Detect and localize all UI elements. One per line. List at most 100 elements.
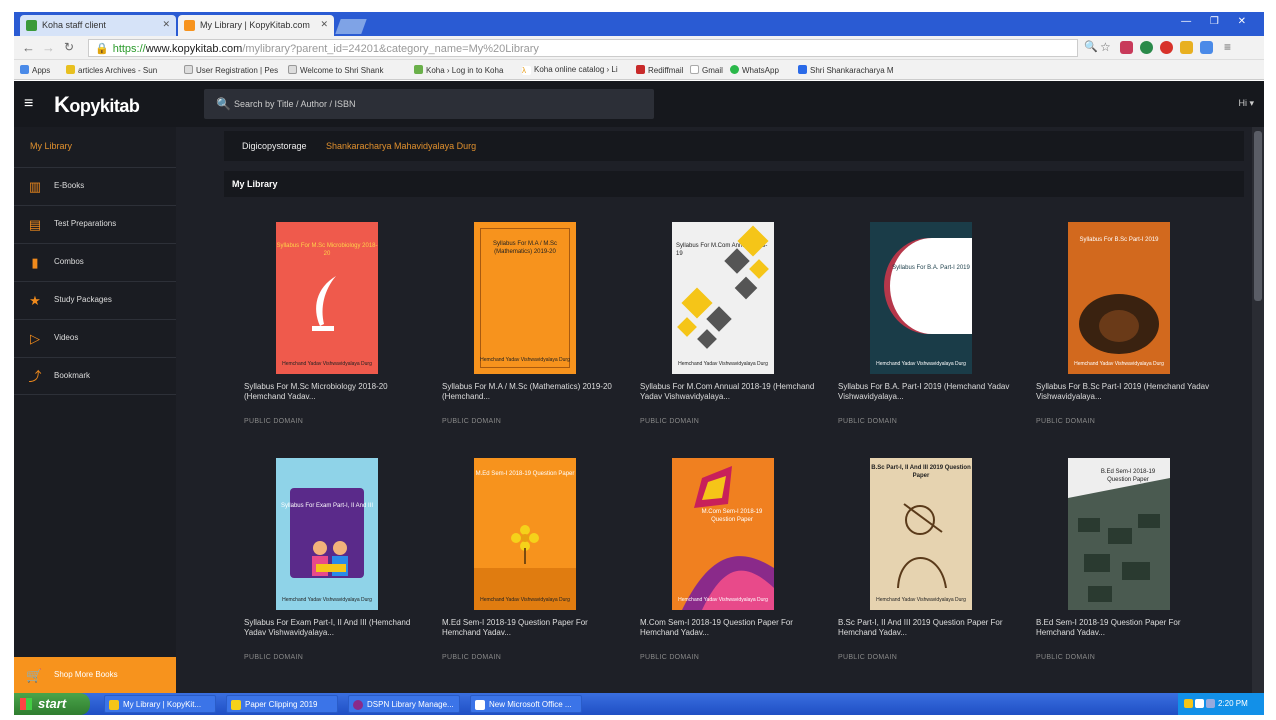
sidebar-item-combos[interactable]: ▮ Combos xyxy=(14,243,176,281)
tray-icon[interactable] xyxy=(1184,699,1193,708)
bookmark-icon: ⤴ xyxy=(28,369,42,384)
book-card[interactable]: M.Ed Sem-I 2018-19 Question Paper Hemcha… xyxy=(442,458,622,698)
star-bookmark-icon[interactable]: ☆ xyxy=(1100,40,1111,54)
clock[interactable]: 2:20 PM xyxy=(1218,699,1248,708)
sidebar-title[interactable]: My Library xyxy=(30,141,72,151)
user-menu[interactable]: Hi ▾ xyxy=(1238,98,1254,109)
extension-icon[interactable] xyxy=(1160,41,1173,54)
kopykitab-logo[interactable]: Kopykitab xyxy=(54,92,140,118)
book-card[interactable]: Syllabus For Exam Part-I, II And III Hem… xyxy=(244,458,424,698)
book-cover[interactable]: Syllabus For M.Sc Microbiology 2018-20 H… xyxy=(276,222,378,374)
start-button[interactable]: start xyxy=(14,693,90,715)
book-card[interactable]: Syllabus For M.Sc Microbiology 2018-20 H… xyxy=(244,222,424,462)
book-title[interactable]: Syllabus For B.Sc Part-I 2019 (Hemchand … xyxy=(1036,382,1216,402)
speaker-icon[interactable] xyxy=(1195,699,1204,708)
shop-more-books-button[interactable]: 🛒 Shop More Books xyxy=(14,657,176,693)
book-cover[interactable]: M.Com Sem-I 2018-19 Question Paper Hemch… xyxy=(672,458,774,610)
sidebar-item-videos[interactable]: ▷ Videos xyxy=(14,319,176,357)
book-card[interactable]: B.Sc Part-I, II And III 2019 Question Pa… xyxy=(838,458,1018,698)
bookmark-item[interactable]: Apps xyxy=(20,65,50,75)
reload-icon[interactable]: ↻ xyxy=(64,40,74,54)
google-icon xyxy=(690,65,699,74)
book-title[interactable]: Syllabus For M.A / M.Sc (Mathematics) 20… xyxy=(442,382,622,402)
book-card[interactable]: Syllabus For B.Sc Part-I 2019 Hemchand Y… xyxy=(1036,222,1216,462)
taskbar-item[interactable]: Paper Clipping 2019 xyxy=(226,695,338,713)
license-label: PUBLIC DOMAIN xyxy=(1036,418,1096,425)
taskbar-item[interactable]: New Microsoft Office ... xyxy=(470,695,582,713)
section-header: My Library xyxy=(224,171,1244,197)
license-label: PUBLIC DOMAIN xyxy=(640,654,700,661)
book-card[interactable]: M.Com Sem-I 2018-19 Question Paper Hemch… xyxy=(640,458,820,698)
book-card[interactable]: Syllabus For B.A. Part-I 2019 Hemchand Y… xyxy=(838,222,1018,462)
book-title[interactable]: B.Ed Sem-I 2018-19 Question Paper For He… xyxy=(1036,618,1216,638)
breadcrumb-item[interactable]: Digicopystorage xyxy=(242,141,307,151)
windows-logo-icon xyxy=(20,698,32,710)
bookmark-item[interactable]: Rediffmail xyxy=(636,65,683,75)
zoom-icon[interactable]: 🔍 xyxy=(1084,40,1098,53)
screen: Koha staff client ✕ My Library | KopyKit… xyxy=(0,0,1276,720)
book-cover[interactable]: Syllabus For M.Com Annual 2018-19 Hemcha… xyxy=(672,222,774,374)
bookmark-item[interactable]: User Registration | Pes xyxy=(184,65,278,75)
book-title[interactable]: B.Sc Part-I, II And III 2019 Question Pa… xyxy=(838,618,1018,638)
book-card[interactable]: Syllabus For M.Com Annual 2018-19 Hemcha… xyxy=(640,222,820,462)
license-label: PUBLIC DOMAIN xyxy=(442,654,502,661)
bookmark-item[interactable]: articles Archives - Sun xyxy=(66,65,157,75)
book-cover[interactable]: Syllabus For B.A. Part-I 2019 Hemchand Y… xyxy=(870,222,972,374)
sidebar-item-test-preparations[interactable]: ▤ Test Preparations xyxy=(14,205,176,243)
browser-tab-bar: Koha staff client ✕ My Library | KopyKit… xyxy=(14,12,1264,36)
breadcrumb-item[interactable]: Shankaracharya Mahavidyalaya Durg xyxy=(326,141,476,151)
sidebar-item-label: Bookmark xyxy=(54,371,91,380)
book-title[interactable]: Syllabus For M.Sc Microbiology 2018-20 (… xyxy=(244,382,424,402)
app-header: ≡ Kopykitab 🔍 Hi ▾ xyxy=(14,81,1264,127)
hamburger-menu-icon[interactable]: ≡ xyxy=(24,95,33,113)
bookmark-item[interactable]: Gmail xyxy=(690,65,723,75)
tab-mylibrary[interactable]: My Library | KopyKitab.com ✕ xyxy=(178,15,334,36)
book-title[interactable]: Syllabus For B.A. Part-I 2019 (Hemchand … xyxy=(838,382,1018,402)
sidebar-item-bookmark[interactable]: ⤴ Bookmark xyxy=(14,357,176,395)
page-scrollbar[interactable] xyxy=(1252,127,1264,693)
close-icon[interactable]: ✕ xyxy=(320,19,328,30)
bookmark-item[interactable]: Shri Shankaracharya M xyxy=(798,65,894,75)
forward-icon[interactable]: → xyxy=(42,40,55,55)
window-controls[interactable]: — ❐ ✕ xyxy=(1181,16,1254,27)
book-title[interactable]: M.Com Sem-I 2018-19 Question Paper For H… xyxy=(640,618,820,638)
bookmark-item[interactable]: λ Koha online catalog › Li xyxy=(522,65,618,75)
book-card[interactable]: B.Ed Sem-I 2018-19 Question Paper B.Ed S… xyxy=(1036,458,1216,698)
menu-icon[interactable]: ≡ xyxy=(1224,40,1231,54)
book-cover[interactable]: Syllabus For M.A / M.Sc (Mathematics) 20… xyxy=(474,222,576,374)
extension-icon[interactable] xyxy=(1140,41,1153,54)
taskbar-item[interactable]: DSPN Library Manage... xyxy=(348,695,460,713)
book-card[interactable]: Syllabus For M.A / M.Sc (Mathematics) 20… xyxy=(442,222,622,462)
close-icon[interactable]: ✕ xyxy=(162,19,170,30)
address-bar[interactable]: 🔒 https://www.kopykitab.com/mylibrary?par… xyxy=(88,39,1078,57)
rediff-icon xyxy=(636,65,645,74)
back-icon[interactable]: ← xyxy=(22,40,35,55)
license-label: PUBLIC DOMAIN xyxy=(838,418,898,425)
license-label: PUBLIC DOMAIN xyxy=(838,654,898,661)
book-cover[interactable]: Syllabus For Exam Part-I, II And III Hem… xyxy=(276,458,378,610)
extension-icon[interactable] xyxy=(1180,41,1193,54)
extension-icon[interactable] xyxy=(1120,41,1133,54)
search-input[interactable] xyxy=(234,96,634,112)
bookmark-item[interactable]: Welcome to Shri Shank xyxy=(288,65,383,75)
search-icon[interactable]: 🔍 xyxy=(216,97,231,111)
sidebar-item-study-packages[interactable]: ★ Study Packages xyxy=(14,281,176,319)
book-cover[interactable]: B.Ed Sem-I 2018-19 Question Paper xyxy=(1068,458,1170,610)
bookmark-item[interactable]: WhatsApp xyxy=(730,65,779,75)
extension-icon[interactable] xyxy=(1200,41,1213,54)
scrollbar-thumb[interactable] xyxy=(1254,131,1262,301)
book-cover[interactable]: M.Ed Sem-I 2018-19 Question Paper Hemcha… xyxy=(474,458,576,610)
book-icon: ▥ xyxy=(28,179,42,194)
new-tab-button[interactable] xyxy=(335,19,367,34)
book-cover[interactable]: Syllabus For B.Sc Part-I 2019 Hemchand Y… xyxy=(1068,222,1170,374)
book-cover[interactable]: B.Sc Part-I, II And III 2019 Question Pa… xyxy=(870,458,972,610)
book-title[interactable]: Syllabus For Exam Part-I, II And III (He… xyxy=(244,618,424,638)
book-title[interactable]: Syllabus For M.Com Annual 2018-19 (Hemch… xyxy=(640,382,820,402)
taskbar-item[interactable]: My Library | KopyKit... xyxy=(104,695,216,713)
book-title[interactable]: M.Ed Sem-I 2018-19 Question Paper For He… xyxy=(442,618,622,638)
bookmark-item[interactable]: Koha › Log in to Koha xyxy=(414,65,503,75)
tab-koha[interactable]: Koha staff client ✕ xyxy=(20,15,176,36)
license-label: PUBLIC DOMAIN xyxy=(1036,654,1096,661)
network-icon[interactable] xyxy=(1206,699,1215,708)
sidebar-item-ebooks[interactable]: ▥ E-Books xyxy=(14,167,176,205)
